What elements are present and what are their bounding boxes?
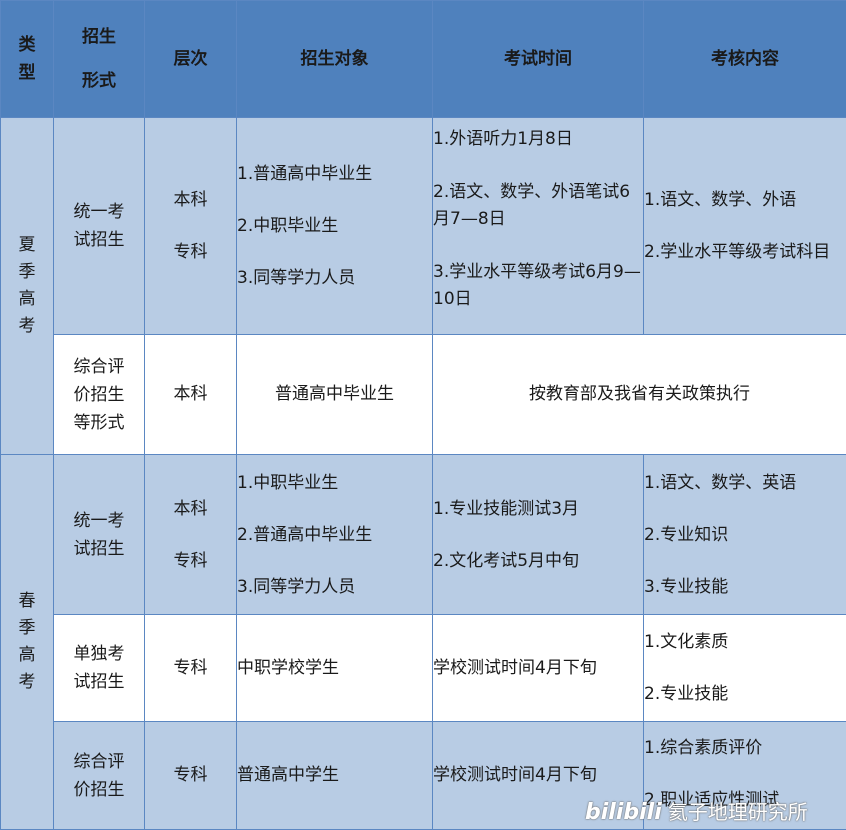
admission-table: 类 型 招生 形式 层次 招生对象 考试时间 考核内容 夏季高考 统一考 试招生… <box>0 0 846 830</box>
spring-type-label: 春季高考 <box>18 588 37 696</box>
spring-comprehensive-target: 普通高中学生 <box>237 722 433 830</box>
header-time: 考试时间 <box>433 1 644 118</box>
summer-unified-contents: 1.语文、数学、外语 2.学业水平等级考试科目 <box>644 118 846 335</box>
spring-comprehensive-level: 专科 <box>145 722 237 830</box>
bilibili-logo: bilibili <box>585 800 662 825</box>
header-row: 类 型 招生 形式 层次 招生对象 考试时间 考核内容 <box>1 1 846 118</box>
summer-comprehensive-target: 普通高中毕业生 <box>237 335 433 455</box>
spring-unified-targets: 1.中职毕业生 2.普通高中毕业生 3.同等学力人员 <box>237 455 433 615</box>
summer-unified-targets: 1.普通高中毕业生 2.中职毕业生 3.同等学力人员 <box>237 118 433 335</box>
summer-unified-times: 1.外语听力1月8日 2.语文、数学、外语笔试6月7—8日 3.学业水平等级考试… <box>433 118 644 335</box>
watermark: bilibili氦子地理研究所 <box>585 796 843 826</box>
summer-type-cell: 夏季高考 <box>1 118 54 455</box>
summer-type-label: 夏季高考 <box>18 232 37 340</box>
spring-unified-contents: 1.语文、数学、英语 2.专业知识 3.专业技能 <box>644 455 846 615</box>
spring-unified-form: 统一考 试招生 <box>54 455 145 615</box>
watermark-text: 氦子地理研究所 <box>668 800 808 824</box>
summer-comprehensive-row: 综合评 价招生 等形式 本科 普通高中毕业生 按教育部及我省有关政策执行 <box>1 335 846 455</box>
spring-unified-row: 春季高考 统一考 试招生 本科 专科 1.中职毕业生 2.普通高中毕业生 3.同… <box>1 455 846 615</box>
spring-comprehensive-form: 综合评 价招生 <box>54 722 145 830</box>
summer-comprehensive-form: 综合评 价招生 等形式 <box>54 335 145 455</box>
summer-comprehensive-policy: 按教育部及我省有关政策执行 <box>433 335 846 455</box>
summer-comprehensive-level: 本科 <box>145 335 237 455</box>
header-level: 层次 <box>145 1 237 118</box>
header-target: 招生对象 <box>237 1 433 118</box>
spring-separate-time: 学校测试时间4月下旬 <box>433 615 644 722</box>
spring-separate-form: 单独考 试招生 <box>54 615 145 722</box>
summer-unified-level: 本科 专科 <box>145 118 237 335</box>
spring-separate-target: 中职学校学生 <box>237 615 433 722</box>
summer-unified-row: 夏季高考 统一考 试招生 本科 专科 1.普通高中毕业生 2.中职毕业生 3.同… <box>1 118 846 335</box>
spring-unified-times: 1.专业技能测试3月 2.文化考试5月中旬 <box>433 455 644 615</box>
header-form: 招生 形式 <box>54 1 145 118</box>
spring-type-cell: 春季高考 <box>1 455 54 830</box>
header-type: 类 型 <box>1 1 54 118</box>
spring-separate-contents: 1.文化素质 2.专业技能 <box>644 615 846 722</box>
spring-unified-level: 本科 专科 <box>145 455 237 615</box>
spring-separate-row: 单独考 试招生 专科 中职学校学生 学校测试时间4月下旬 1.文化素质 2.专业… <box>1 615 846 722</box>
header-content: 考核内容 <box>644 1 846 118</box>
spring-separate-level: 专科 <box>145 615 237 722</box>
summer-unified-form: 统一考 试招生 <box>54 118 145 335</box>
